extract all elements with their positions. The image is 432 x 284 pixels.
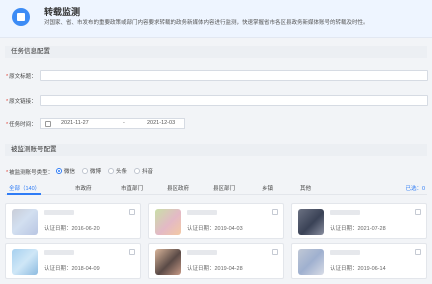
account-checkbox[interactable] [415,209,421,215]
account-card[interactable]: 认证日期：2019-06-14 [291,243,427,279]
platform-option-weibo[interactable]: 微博 [82,167,101,175]
active-tab-indicator [7,193,41,195]
account-checkbox[interactable] [272,209,278,215]
account-avatar [12,249,38,275]
date-separator: - [123,120,125,126]
account-name-blurred [187,250,217,255]
account-card[interactable]: 认证日期：2019-04-28 [148,243,284,279]
intro-banner: 转载监测 对国家、省、市发布的重要政策或部门内容要求转载的政务新媒体内容进行监测… [0,0,432,38]
tab-other[interactable]: 其他 [300,184,311,192]
radio-unchecked-icon [82,168,89,174]
article-link-input[interactable] [40,95,428,106]
certification-date: 认证日期：2019-04-28 [187,266,243,272]
account-name-blurred [330,210,360,215]
account-card[interactable]: 认证日期：2019-04-03 [148,203,284,239]
task-time-label: *任务时间： [6,122,37,128]
account-checkbox[interactable] [129,209,135,215]
radio-checked-icon [56,168,62,174]
tab-county-government[interactable]: 县区政府 [167,184,189,192]
platform-type-label: *被监测账号类型： [6,170,54,176]
monitor-section-header: 被监测账号配置 [5,144,427,156]
platform-option-douyin[interactable]: 抖音 [134,167,153,175]
account-checkbox[interactable] [415,249,421,255]
certification-date: 认证日期：2018-04-09 [44,266,100,272]
calendar-icon [45,121,51,127]
account-avatar [155,249,181,275]
account-checkbox[interactable] [272,249,278,255]
account-name-blurred [187,210,217,215]
certification-date: 认证日期：2019-04-03 [187,226,243,232]
selected-count: 已选：0 [405,186,425,192]
article-title-input[interactable] [40,70,428,81]
radio-unchecked-icon [108,168,115,174]
account-name-blurred [44,250,74,255]
account-avatar [155,209,181,235]
tab-towns[interactable]: 乡镇 [262,184,273,192]
tab-county-departments[interactable]: 县区部门 [213,184,235,192]
radio-unchecked-icon [134,168,141,174]
page-title: 转载监测 [44,7,81,17]
article-link-label: *原文链接： [6,99,37,105]
account-card[interactable]: 认证日期：2016-06-20 [5,203,141,239]
account-card[interactable]: 认证日期：2018-04-09 [5,243,141,279]
certification-date: 认证日期：2021-07-28 [330,226,386,232]
platform-option-wechat[interactable]: 微信 [56,167,75,175]
certification-date: 认证日期：2019-06-14 [330,266,386,272]
article-title-label: *原文标题： [6,74,37,80]
tab-all[interactable]: 全部（140） [9,184,40,192]
monitor-logo-icon [12,8,30,26]
page-description: 对国家、省、市发布的重要政策或部门内容要求转载的政务新媒体内容进行监测，快速掌握… [44,20,369,26]
account-avatar [298,249,324,275]
tab-city-departments[interactable]: 市直部门 [121,184,143,192]
account-category-tabs: 全部（140） 市政府 市直部门 县区政府 县区部门 乡镇 其他 已选：0 [5,182,427,195]
platform-radio-group: 微信 微博 头条 抖音 [56,167,153,175]
start-date: 2021-11-27 [61,120,89,126]
end-date: 2021-12-03 [147,120,176,126]
account-name-blurred [330,250,360,255]
platform-option-toutiao[interactable]: 头条 [108,167,127,175]
account-avatar [298,209,324,235]
account-card[interactable]: 认证日期：2021-07-28 [291,203,427,239]
account-checkbox[interactable] [129,249,135,255]
account-name-blurred [44,210,74,215]
certification-date: 认证日期：2016-06-20 [44,226,100,232]
tab-city-government[interactable]: 市政府 [75,184,92,192]
task-section-header: 任务信息配置 [5,46,427,58]
task-date-range-picker[interactable]: 2021-11-27 - 2021-12-03 [40,118,185,129]
account-avatar [12,209,38,235]
